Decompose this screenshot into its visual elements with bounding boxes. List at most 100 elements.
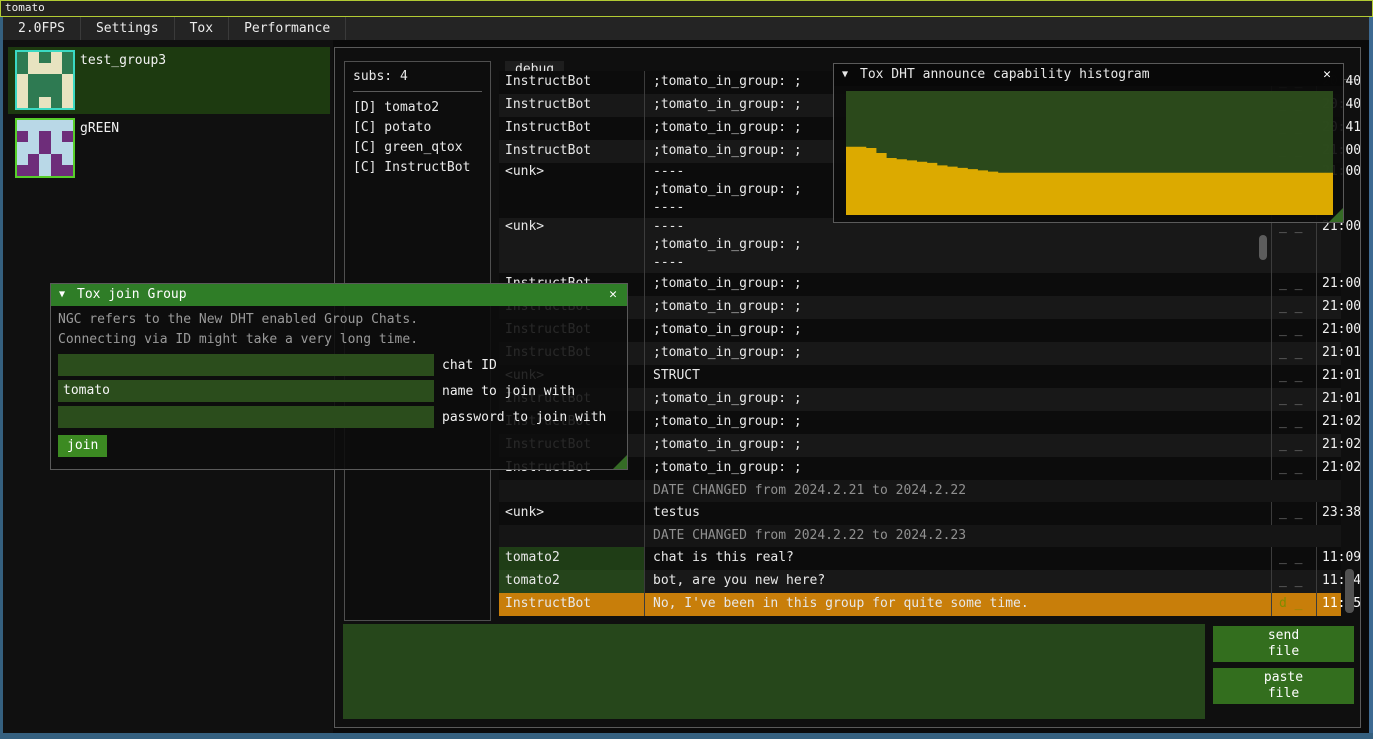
message-timestamp: 23:38 xyxy=(1316,502,1360,525)
avatar-pixel xyxy=(39,97,50,108)
avatar-pixel xyxy=(62,131,73,142)
message-text: ;tomato_in_group: ; xyxy=(644,388,1271,411)
window-title-bar: tomato xyxy=(0,0,1373,17)
join-button[interactable]: join xyxy=(58,435,107,457)
menu-item-2.0fps[interactable]: 2.0FPS xyxy=(3,17,81,40)
message-flags: _ _ xyxy=(1271,457,1316,480)
message-timestamp: 11:09 xyxy=(1316,547,1360,570)
avatar-pixel xyxy=(39,131,50,142)
join-group-window: ▼ Tox join Group ✕ NGC refers to the New… xyxy=(50,283,628,470)
avatar-pixel xyxy=(17,52,28,63)
menu-bar: 2.0FPSSettingsToxPerformance xyxy=(3,17,1369,40)
chat-scrollbar[interactable] xyxy=(1345,569,1354,613)
avatar-pixel xyxy=(39,165,50,176)
message-sender: InstructBot xyxy=(499,140,644,163)
group-row-test_group3[interactable]: test_group3 xyxy=(8,47,330,114)
date-changed-row: DATE CHANGED from 2024.2.22 to 2024.2.23 xyxy=(499,525,1341,547)
resize-grip-icon[interactable] xyxy=(1329,208,1343,222)
avatar-pixel xyxy=(51,52,62,63)
avatar-pixel xyxy=(39,120,50,131)
message-timestamp: 21:01 xyxy=(1316,342,1360,365)
avatar-pixel xyxy=(28,63,39,74)
menu-item-tox[interactable]: Tox xyxy=(175,17,229,40)
message-flags: _ _ xyxy=(1271,218,1316,273)
message-line: ;tomato_in_group: ; xyxy=(653,236,1271,254)
message-timestamp: 21:00 xyxy=(1316,296,1360,319)
message-text: STRUCT xyxy=(644,365,1271,388)
date-changed-text: DATE CHANGED from 2024.2.22 to 2024.2.23 xyxy=(644,525,1271,547)
subs-count: subs: 4 xyxy=(353,69,482,84)
group-name: gREEN xyxy=(80,121,119,136)
close-icon[interactable]: ✕ xyxy=(605,284,621,305)
member-potato[interactable]: [C] potato xyxy=(353,118,482,138)
message-sender: InstructBot xyxy=(499,71,644,94)
message-timestamp: 21:01 xyxy=(1316,388,1360,411)
join-fields: chat IDtomatoname to join withpassword t… xyxy=(58,354,622,428)
message-text: ;tomato_in_group: ; xyxy=(644,342,1271,365)
avatar-pixel xyxy=(17,97,28,108)
collapse-icon[interactable]: ▼ xyxy=(842,64,848,85)
message-flags: _ _ xyxy=(1271,388,1316,411)
join-group-titlebar[interactable]: ▼ Tox join Group ✕ xyxy=(51,284,627,306)
avatar-pixel xyxy=(17,154,28,165)
avatar-pixel xyxy=(17,63,28,74)
avatar-pixel xyxy=(39,86,50,97)
chat-message-row: tomato2bot, are you new here?_ _11:14 xyxy=(499,570,1341,593)
message-flags: _ _ xyxy=(1271,319,1316,342)
menu-item-settings[interactable]: Settings xyxy=(81,17,175,40)
avatar-pixel xyxy=(62,52,73,63)
message-input[interactable] xyxy=(343,624,1205,719)
avatar-pixel xyxy=(28,142,39,153)
message-cell-scrollbar[interactable] xyxy=(1259,235,1267,260)
avatar-pixel xyxy=(17,165,28,176)
join-field-label: password to join with xyxy=(442,410,606,425)
send-file-button[interactable]: send file xyxy=(1213,626,1354,662)
subs-separator xyxy=(353,91,482,92)
join-input-name-to-join-with[interactable]: tomato xyxy=(58,380,434,402)
message-flags: _ _ xyxy=(1271,296,1316,319)
histogram-bars xyxy=(846,91,1333,215)
avatar-pixel xyxy=(39,74,50,85)
resize-grip-icon[interactable] xyxy=(613,455,627,469)
menu-item-performance[interactable]: Performance xyxy=(229,17,346,40)
avatar-pixel xyxy=(28,131,39,142)
join-info-line-2: Connecting via ID might take a very long… xyxy=(58,330,622,350)
avatar-pixel xyxy=(28,74,39,85)
member-tomato2[interactable]: [D] tomato2 xyxy=(353,98,482,118)
join-input-chat-ID[interactable] xyxy=(58,354,434,376)
group-row-gREEN[interactable]: gREEN xyxy=(8,115,330,171)
message-flags: _ _ xyxy=(1271,570,1316,593)
close-icon[interactable]: ✕ xyxy=(1319,64,1335,85)
date-changed-row: DATE CHANGED from 2024.2.21 to 2024.2.22 xyxy=(499,480,1341,502)
avatar-pixel xyxy=(51,165,62,176)
avatar-pixel xyxy=(17,86,28,97)
chat-message-row: tomato2chat is this real?_ _11:09 xyxy=(499,547,1341,570)
paste-file-button[interactable]: paste file xyxy=(1213,668,1354,704)
collapse-icon[interactable]: ▼ xyxy=(59,284,65,305)
avatar-pixel xyxy=(51,120,62,131)
message-sender: tomato2 xyxy=(499,570,644,593)
message-timestamp: 21:00 xyxy=(1316,218,1360,273)
avatar-pixel xyxy=(62,63,73,74)
app-root: tomato 2.0FPSSettingsToxPerformance test… xyxy=(0,0,1373,739)
date-changed-text: DATE CHANGED from 2024.2.21 to 2024.2.22 xyxy=(644,480,1271,502)
date-row-spacer xyxy=(499,525,644,547)
join-info-line-1: NGC refers to the New DHT enabled Group … xyxy=(58,310,622,330)
message-text: ;tomato_in_group: ; xyxy=(644,296,1271,319)
join-field-label: chat ID xyxy=(442,358,497,373)
dht-histogram-titlebar[interactable]: ▼ Tox DHT announce capability histogram … xyxy=(834,64,1343,86)
avatar-pixel xyxy=(28,154,39,165)
avatar-pixel xyxy=(62,165,73,176)
avatar-pixel xyxy=(51,97,62,108)
join-group-title: Tox join Group xyxy=(77,284,187,305)
avatar-pixel xyxy=(17,74,28,85)
date-row-spacer xyxy=(499,480,644,502)
avatar-pixel xyxy=(51,131,62,142)
avatar-pixel xyxy=(62,154,73,165)
message-sender: <unk> xyxy=(499,163,644,218)
avatar-pixel xyxy=(17,131,28,142)
member-green_qtox[interactable]: [C] green_qtox xyxy=(353,138,482,158)
member-InstructBot[interactable]: [C] InstructBot xyxy=(353,158,482,178)
avatar-pixel xyxy=(28,86,39,97)
join-input-password-to-join-with[interactable] xyxy=(58,406,434,428)
